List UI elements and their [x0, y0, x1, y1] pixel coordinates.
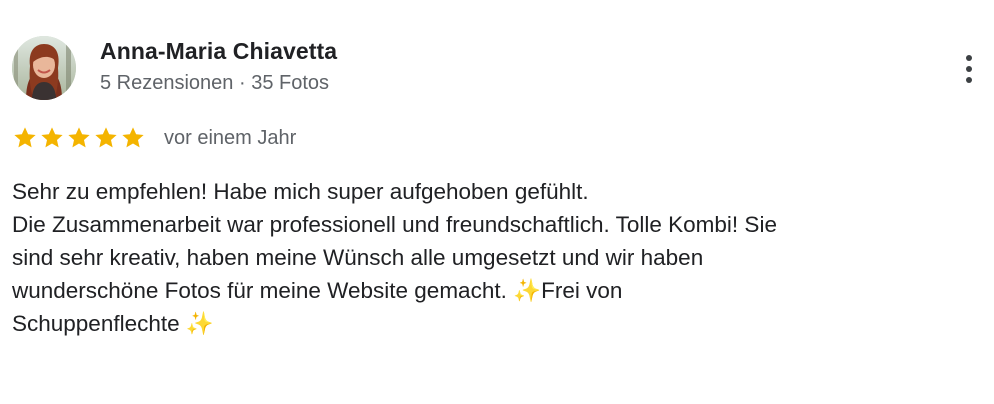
more-vert-icon — [966, 66, 972, 72]
avatar-photo — [12, 36, 76, 100]
review-text-line: Die Zusammenarbeit war professionell und… — [12, 212, 777, 237]
review-text-line: sind sehr kreativ, haben meine Wünsch al… — [12, 245, 704, 270]
star-icon — [39, 125, 65, 151]
more-vert-icon — [966, 55, 972, 61]
review-card: Anna-Maria Chiavetta 5 Rezensionen · 35 … — [0, 0, 994, 404]
star-icon — [120, 125, 146, 151]
star-rating — [12, 125, 146, 151]
review-text: Sehr zu empfehlen! Habe mich super aufge… — [12, 175, 982, 340]
author-meta: 5 Rezensionen · 35 Fotos — [100, 72, 330, 94]
avatar[interactable] — [12, 36, 76, 100]
author-name[interactable]: Anna-Maria Chiavetta — [100, 38, 337, 65]
more-vert-icon — [966, 77, 972, 83]
star-icon — [12, 125, 38, 151]
review-text-line: wunderschöne Fotos für meine Website gem… — [12, 278, 623, 303]
review-text-line: Sehr zu empfehlen! Habe mich super aufge… — [12, 179, 589, 204]
star-icon — [93, 125, 119, 151]
review-text-line: Schuppenflechte ✨ — [12, 311, 214, 336]
review-date: vor einem Jahr — [164, 126, 297, 149]
rating-row: vor einem Jahr — [12, 123, 296, 153]
star-icon — [66, 125, 92, 151]
more-options-button[interactable] — [954, 48, 984, 90]
